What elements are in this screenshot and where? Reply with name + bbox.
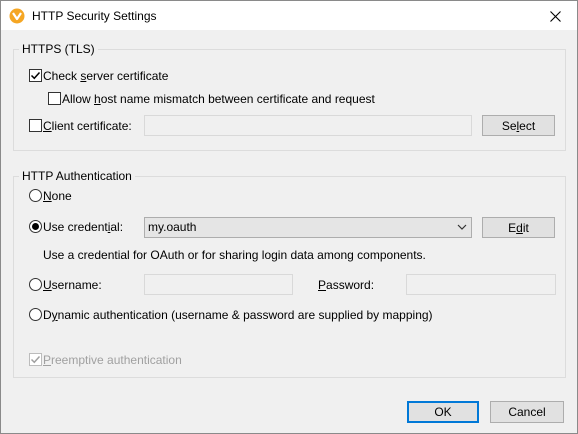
radio-selected-dot	[32, 223, 39, 230]
preemptive-authentication-checkbox	[29, 353, 42, 366]
cancel-button[interactable]: Cancel	[490, 401, 564, 423]
check-server-certificate-label[interactable]: Check server certificate	[43, 69, 168, 83]
none-radio[interactable]	[29, 189, 42, 202]
preemptive-authentication-label: Preemptive authentication	[43, 353, 182, 367]
check-server-certificate-checkbox[interactable]	[29, 69, 42, 82]
allow-host-mismatch-label[interactable]: Allow host name mismatch between certifi…	[62, 92, 375, 106]
use-credential-label[interactable]: Use credential:	[43, 220, 123, 234]
username-label[interactable]: Username:	[43, 278, 102, 292]
title-bar: HTTP Security Settings	[1, 1, 577, 31]
dialog-window: HTTP Security Settings HTTPS (TLS) Check…	[0, 0, 578, 434]
credential-dropdown-value: my.oauth	[148, 220, 197, 234]
client-certificate-field[interactable]	[144, 115, 472, 136]
dynamic-authentication-radio[interactable]	[29, 308, 42, 321]
username-radio[interactable]	[29, 278, 42, 291]
altova-app-icon	[9, 8, 25, 24]
credential-hint-text: Use a credential for OAuth or for sharin…	[43, 248, 426, 262]
credential-dropdown[interactable]: my.oauth	[144, 217, 472, 238]
close-button[interactable]	[533, 1, 577, 31]
password-field[interactable]	[406, 274, 556, 295]
close-icon	[549, 10, 561, 22]
checkmark-icon	[30, 355, 41, 364]
https-group: HTTPS (TLS) Check server certificate All…	[13, 42, 566, 151]
ok-button[interactable]: OK	[407, 401, 479, 423]
none-label[interactable]: None	[43, 189, 72, 203]
dynamic-authentication-label[interactable]: Dynamic authentication (username & passw…	[43, 308, 433, 322]
password-label: Password:	[318, 278, 375, 292]
http-authentication-group-label: HTTP Authentication	[19, 169, 135, 183]
client-certificate-label[interactable]: Client certificate:	[43, 119, 132, 133]
allow-host-mismatch-checkbox[interactable]	[48, 92, 61, 105]
https-group-label: HTTPS (TLS)	[19, 42, 98, 56]
window-title: HTTP Security Settings	[32, 9, 157, 23]
edit-button[interactable]: Ed it	[482, 217, 555, 238]
use-credential-radio[interactable]	[29, 220, 42, 233]
select-button[interactable]: Se l ect	[482, 115, 555, 136]
client-certificate-checkbox[interactable]	[29, 119, 42, 132]
http-authentication-group: HTTP Authentication None Use credential:…	[13, 169, 566, 378]
checkmark-icon	[30, 71, 41, 80]
username-field[interactable]	[144, 274, 293, 295]
chevron-down-icon	[457, 224, 467, 230]
